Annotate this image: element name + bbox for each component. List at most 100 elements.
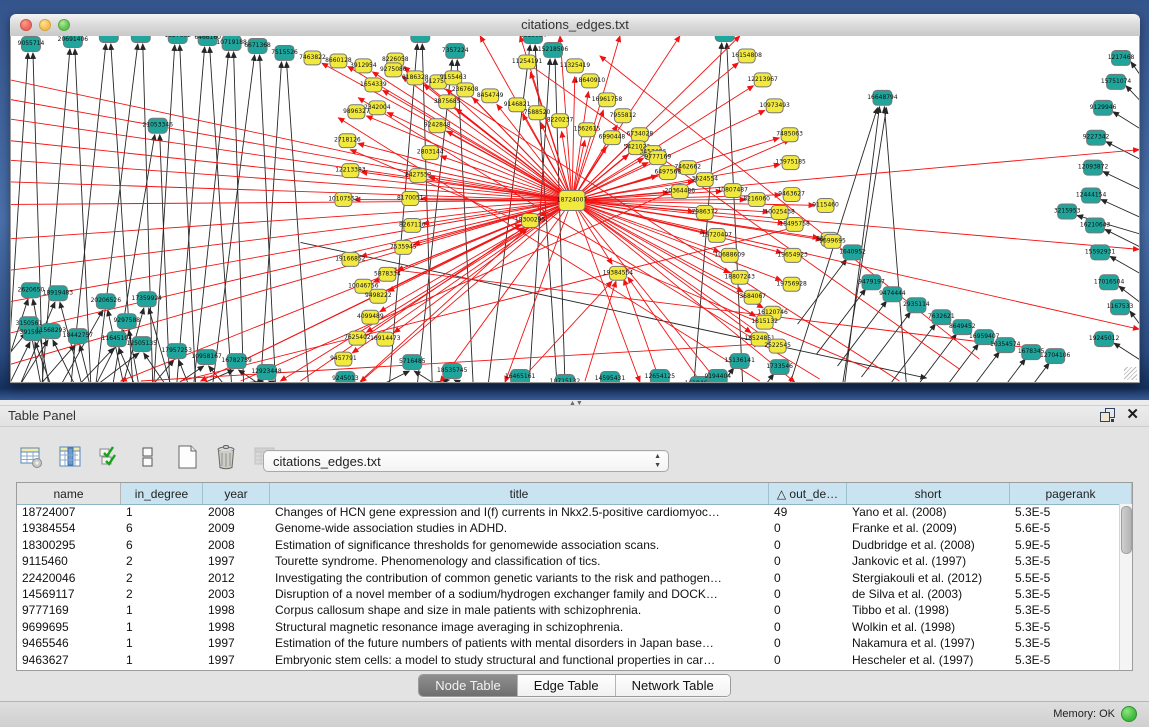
table-row[interactable]: 1872400712008Changes of HCN gene express… bbox=[17, 504, 1120, 520]
table-cell: Changes of HCN gene expression and I(f) … bbox=[270, 504, 769, 520]
new-table-button[interactable] bbox=[172, 442, 202, 472]
graph-node-label: 2620650 bbox=[18, 286, 45, 293]
table-cell: 18724007 bbox=[17, 504, 121, 520]
table-options-icon bbox=[19, 445, 43, 469]
graph-node-label: 1815132 bbox=[751, 318, 778, 325]
column-header-short[interactable]: short bbox=[847, 483, 1010, 504]
graph-node-label: 14595431 bbox=[595, 375, 626, 382]
table-cell: 5.3E-5 bbox=[1010, 652, 1120, 668]
table-cell: 5.9E-5 bbox=[1010, 537, 1120, 553]
graph-node-label: 9457791 bbox=[330, 355, 357, 362]
graph-node-label: 8427552 bbox=[405, 172, 432, 179]
column-header-year[interactable]: year bbox=[203, 483, 270, 504]
close-panel-icon[interactable]: ✕ bbox=[1126, 408, 1139, 422]
graph-node-label: 8660128 bbox=[325, 57, 352, 64]
row-merge-button[interactable] bbox=[133, 442, 163, 472]
resize-grip-icon[interactable] bbox=[1124, 367, 1137, 380]
table-options-button[interactable] bbox=[16, 442, 46, 472]
column-visibility-button[interactable] bbox=[55, 442, 85, 472]
graph-node-label: 12093872 bbox=[1078, 164, 1109, 171]
column-header-in_degree[interactable]: in_degree bbox=[121, 483, 203, 504]
table-selector-dropdown[interactable]: citations_edges.txt ▲▼ bbox=[263, 450, 669, 472]
table-cell: 0 bbox=[769, 570, 847, 586]
graph-node-label: 9115460 bbox=[812, 202, 839, 209]
table-cell: 1 bbox=[121, 504, 203, 520]
table-cell: 2 bbox=[121, 586, 203, 602]
graph-node-label: 9155463 bbox=[440, 74, 467, 81]
graph-node-label: 1640952 bbox=[839, 248, 866, 255]
table-cell: Stergiakouli et al. (2012) bbox=[847, 570, 1010, 586]
tab-edge-table[interactable]: Edge Table bbox=[518, 675, 616, 696]
table-row[interactable]: 1456911722003Disruption of a novel membe… bbox=[17, 586, 1120, 602]
citation-network-graph[interactable]: 9055714206914061685311310653287152760264… bbox=[11, 36, 1139, 382]
graph-node-label: 8216060 bbox=[743, 196, 770, 203]
graph-node-label: 8649452 bbox=[949, 323, 976, 330]
table-cell: Investigating the contribution of common… bbox=[270, 570, 769, 586]
table-cell: 9463627 bbox=[17, 652, 121, 668]
network-window-title: citations_edges.txt bbox=[10, 17, 1140, 32]
graph-node-label: 17359924 bbox=[132, 295, 163, 302]
vertical-scrollbar[interactable] bbox=[1119, 504, 1132, 670]
table-row[interactable]: 1830029562008Estimation of significance … bbox=[17, 537, 1120, 553]
memory-status-icon[interactable] bbox=[1121, 706, 1137, 722]
graph-node-label: 7535945 bbox=[390, 243, 417, 250]
column-header-out_de[interactable]: △ out_de… bbox=[769, 483, 847, 504]
network-window[interactable]: citations_edges.txt 90557142069140616853… bbox=[10, 14, 1140, 384]
column-header-title[interactable]: title bbox=[270, 483, 769, 504]
table-cell: 0 bbox=[769, 553, 847, 569]
table-cell: 2009 bbox=[203, 520, 270, 536]
graph-node-label: 9146821 bbox=[504, 101, 531, 108]
graph-node-label: 10354574 bbox=[990, 341, 1021, 348]
table-cell: Tibbo et al. (1998) bbox=[847, 602, 1010, 618]
graph-node-label: 18919483 bbox=[43, 289, 74, 296]
graph-node-label: 7632621 bbox=[928, 313, 955, 320]
graph-node-label: 9297588 bbox=[113, 317, 140, 324]
table-row[interactable]: 1938455462009Genome-wide association stu… bbox=[17, 520, 1120, 536]
graph-node-label: 3912954 bbox=[350, 62, 377, 69]
table-row[interactable]: 946362711997Embryonic stem cells: a mode… bbox=[17, 652, 1120, 668]
graph-node-label: 8170051 bbox=[397, 195, 424, 202]
graph-node-label: 16914473 bbox=[370, 335, 401, 342]
table-cell: 6 bbox=[121, 537, 203, 553]
graph-node-label: 1217468 bbox=[1108, 54, 1135, 61]
table-cell: 0 bbox=[769, 586, 847, 602]
graph-node-label: 9474444 bbox=[879, 290, 906, 297]
table-row[interactable]: 2242004622012Investigating the contribut… bbox=[17, 570, 1120, 586]
table-cell: 2008 bbox=[203, 504, 270, 520]
scrollbar-thumb[interactable] bbox=[1121, 506, 1132, 554]
graph-node-label: 9896327 bbox=[343, 108, 370, 115]
table-cell: 0 bbox=[769, 652, 847, 668]
delete-trash-button[interactable] bbox=[211, 442, 241, 472]
graph-node-label: 9194404 bbox=[704, 373, 731, 380]
table-row[interactable]: 977716911998Corpus callosum shape and si… bbox=[17, 602, 1120, 618]
float-panel-icon[interactable] bbox=[1100, 408, 1114, 422]
table-row[interactable]: 969969511998Structural magnetic resonanc… bbox=[17, 619, 1120, 635]
tab-node-table[interactable]: Node Table bbox=[419, 675, 518, 696]
row-merge-icon bbox=[141, 445, 155, 469]
graph-node-label: 18442757 bbox=[63, 332, 94, 339]
tab-network-table[interactable]: Network Table bbox=[616, 675, 730, 696]
node-table: namein_degreeyeartitle△ out_de…shortpage… bbox=[16, 482, 1133, 671]
graph-node-label: 2718126 bbox=[334, 137, 361, 144]
graph-node-label: 9498222 bbox=[365, 292, 392, 299]
network-window-titlebar[interactable]: citations_edges.txt bbox=[10, 14, 1140, 37]
graph-node-label: 1733546 bbox=[766, 363, 793, 370]
table-cell: Nakamura et al. (1997) bbox=[847, 635, 1010, 651]
graph-node-label: 16853113 bbox=[94, 36, 125, 38]
graph-node-label: 10025438 bbox=[764, 208, 795, 215]
table-row[interactable]: 911546021997Tourette syndrome. Phenomeno… bbox=[17, 553, 1120, 569]
graph-node-label: 12213383 bbox=[335, 167, 366, 174]
graph-node-label: 10958167 bbox=[191, 353, 222, 360]
graph-node-label: 19166852 bbox=[335, 255, 366, 262]
graph-node-label: 5716485 bbox=[399, 358, 426, 365]
graph-node-label: 9055714 bbox=[18, 40, 45, 47]
network-canvas[interactable]: 9055714206914061685311310653287152760264… bbox=[10, 36, 1140, 383]
column-header-pagerank[interactable]: pagerank bbox=[1010, 483, 1132, 504]
table-row[interactable]: 946554611997Estimation of the future num… bbox=[17, 635, 1120, 651]
column-header-name[interactable]: name bbox=[17, 483, 121, 504]
table-cell: 2003 bbox=[203, 586, 270, 602]
graph-node-label: 15751074 bbox=[1101, 78, 1132, 85]
new-table-icon bbox=[175, 444, 199, 470]
table-cell: 1 bbox=[121, 652, 203, 668]
column-select-button[interactable] bbox=[94, 442, 124, 472]
